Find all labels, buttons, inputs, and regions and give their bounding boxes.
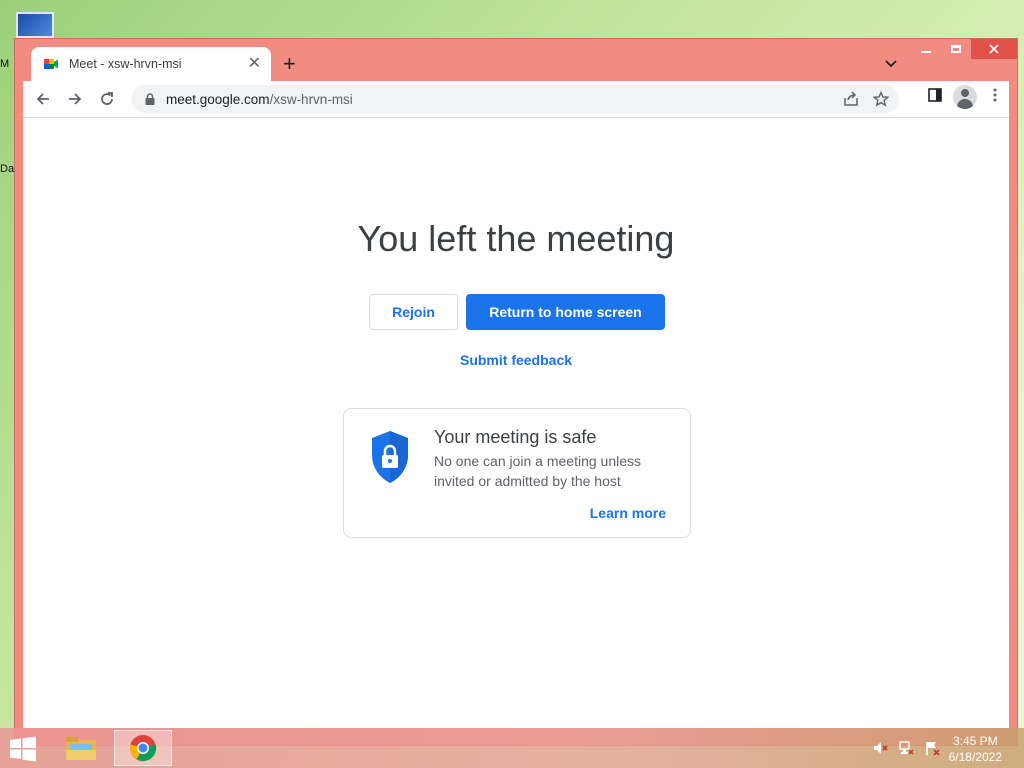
rejoin-button[interactable]: Rejoin — [369, 294, 458, 330]
forward-icon[interactable] — [59, 83, 91, 115]
desktop-icon-label: M — [0, 58, 10, 70]
meet-favicon-icon — [43, 56, 59, 72]
tab-search-icon[interactable] — [883, 55, 899, 71]
volume-muted-icon[interactable] — [872, 740, 888, 761]
more-menu-icon[interactable] — [987, 87, 1003, 108]
minimize-button[interactable] — [911, 39, 941, 59]
safe-description: No one can join a meeting unless invited… — [434, 453, 642, 489]
browser-tab[interactable]: Meet - xsw-hrvn-msi ✕ — [31, 47, 271, 81]
reload-icon[interactable] — [91, 83, 123, 115]
page-content: You left the meeting Rejoin Return to ho… — [23, 118, 1009, 728]
close-window-button[interactable] — [971, 39, 1017, 59]
windows-start-icon[interactable] — [8, 736, 38, 762]
url-domain: meet.google.com — [166, 91, 270, 107]
side-panel-icon[interactable] — [927, 87, 943, 108]
file-explorer-icon[interactable] — [52, 730, 110, 766]
url-path: /xsw-hrvn-msi — [269, 91, 353, 107]
return-home-button[interactable]: Return to home screen — [466, 294, 665, 330]
window-controls — [911, 39, 1017, 61]
meeting-safe-card: Your meeting is safe No one can join a m… — [343, 408, 691, 538]
shield-lock-icon — [368, 429, 412, 485]
close-tab-icon[interactable]: ✕ — [248, 56, 261, 72]
submit-feedback-link[interactable]: Submit feedback — [23, 352, 1009, 368]
chrome-taskbar-icon[interactable] — [114, 730, 172, 766]
profile-avatar-icon[interactable] — [953, 85, 977, 109]
taskbar: 3:45 PM 6/18/2022 — [0, 728, 1024, 768]
browser-toolbar: meet.google.com/xsw-hrvn-msi — [23, 81, 1009, 118]
page-title: You left the meeting — [357, 218, 675, 259]
new-tab-icon[interactable]: + — [283, 53, 296, 75]
browser-window: Meet - xsw-hrvn-msi ✕ + meet.google.com/… — [14, 38, 1018, 746]
lock-icon[interactable] — [143, 92, 157, 106]
system-clock[interactable]: 3:45 PM 6/18/2022 — [949, 733, 1002, 765]
share-icon[interactable] — [843, 91, 859, 112]
tab-title: Meet - xsw-hrvn-msi — [69, 57, 182, 71]
back-icon[interactable] — [27, 83, 59, 115]
safe-title: Your meeting is safe — [434, 427, 597, 447]
url-text: meet.google.com/xsw-hrvn-msi — [166, 92, 353, 107]
maximize-button[interactable] — [941, 39, 971, 59]
system-tray — [872, 740, 940, 761]
action-center-flag-icon[interactable] — [924, 740, 940, 761]
address-bar[interactable]: meet.google.com/xsw-hrvn-msi — [131, 85, 899, 113]
clock-date: 6/18/2022 — [948, 750, 1002, 764]
network-icon[interactable] — [898, 740, 914, 761]
learn-more-link[interactable]: Learn more — [590, 505, 666, 521]
clock-time: 3:45 PM — [952, 734, 998, 748]
bookmark-star-icon[interactable] — [872, 90, 890, 112]
desktop-icon-label: Da — [0, 163, 15, 175]
